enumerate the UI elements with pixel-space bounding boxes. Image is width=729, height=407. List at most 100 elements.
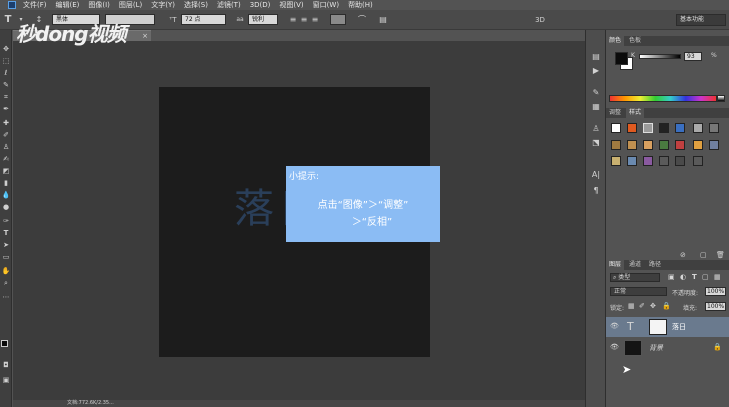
style-swatch[interactable]: [627, 140, 637, 150]
workspace-select[interactable]: 基本功能: [676, 14, 726, 26]
tool-presets-icon[interactable]: ⬔: [590, 138, 602, 148]
layer-name[interactable]: 背景: [649, 343, 663, 353]
grayscale-ramp[interactable]: [717, 95, 725, 102]
history-brush-tool-icon[interactable]: ✍: [1, 154, 11, 164]
style-swatch[interactable]: [643, 140, 653, 150]
style-swatch[interactable]: [675, 123, 685, 133]
tab-paths[interactable]: 路径: [646, 260, 664, 270]
filter-shape-icon[interactable]: ▢: [702, 273, 709, 281]
brush-tool-icon[interactable]: ✐: [1, 130, 11, 140]
style-swatch[interactable]: [611, 140, 621, 150]
hand-tool-icon[interactable]: ✋: [1, 266, 11, 276]
actions-panel-icon[interactable]: ▶: [590, 66, 602, 76]
style-swatch[interactable]: [659, 140, 669, 150]
style-swatch[interactable]: [659, 156, 669, 166]
layer-name[interactable]: 落日: [672, 322, 686, 332]
menu-3d[interactable]: 3D(D): [250, 0, 271, 10]
filter-smart-icon[interactable]: ▦: [714, 273, 721, 281]
rectangle-tool-icon[interactable]: ▭: [1, 252, 11, 262]
3d-label[interactable]: 3D: [532, 15, 548, 25]
close-tab-icon[interactable]: ×: [142, 31, 148, 41]
style-swatch[interactable]: [659, 123, 669, 133]
lock-pixels-icon[interactable]: ▦: [628, 302, 635, 310]
filter-type-icon[interactable]: T: [692, 273, 697, 281]
layer-row[interactable]: 👁 背景 🔒: [606, 338, 729, 358]
quick-mask-icon[interactable]: ◘: [1, 360, 11, 370]
paragraph-panel-icon[interactable]: ¶: [590, 186, 602, 196]
menu-type[interactable]: 文字(Y): [151, 0, 175, 10]
move-tool-icon[interactable]: ✥: [1, 44, 11, 54]
tab-adjustments[interactable]: 调整: [606, 108, 624, 118]
filter-adjust-icon[interactable]: ◐: [680, 273, 686, 281]
path-selection-tool-icon[interactable]: ➤: [1, 240, 11, 250]
warp-text-icon[interactable]: ⌒: [357, 15, 367, 25]
gradient-tool-icon[interactable]: ▮: [1, 178, 11, 188]
menu-file[interactable]: 文件(F): [23, 0, 47, 10]
edit-toolbar-icon[interactable]: ⋯: [1, 292, 11, 302]
tab-color[interactable]: 颜色: [606, 36, 625, 46]
dodge-tool-icon[interactable]: ●: [1, 202, 11, 212]
style-swatch[interactable]: [675, 140, 685, 150]
align-right-icon[interactable]: ≡: [310, 15, 320, 25]
healing-brush-tool-icon[interactable]: ✚: [1, 118, 11, 128]
menu-image[interactable]: 图像(I): [88, 0, 110, 10]
tab-styles[interactable]: 样式: [626, 108, 645, 118]
brush-panel-icon[interactable]: ✎: [590, 88, 602, 98]
fill-field[interactable]: 100%: [705, 302, 726, 311]
color-fg-swatch[interactable]: [615, 52, 628, 65]
color-spectrum-bar[interactable]: [609, 95, 717, 102]
style-swatch[interactable]: [627, 123, 637, 133]
menu-view[interactable]: 视图(V): [279, 0, 303, 10]
layer-row[interactable]: 👁 T 落日: [606, 317, 729, 337]
character-panel-icon[interactable]: ▤: [378, 15, 388, 25]
quick-select-tool-icon[interactable]: ✎: [1, 80, 11, 90]
styles-clear-icon[interactable]: ⊘: [680, 251, 686, 259]
lasso-tool-icon[interactable]: ℓ: [1, 68, 11, 78]
menu-edit[interactable]: 编辑(E): [56, 0, 80, 10]
history-panel-icon[interactable]: ▤: [590, 52, 602, 62]
blend-mode-select[interactable]: 正常: [610, 287, 667, 296]
align-center-icon[interactable]: ≡: [299, 15, 309, 25]
style-none[interactable]: [611, 123, 621, 133]
lock-position-icon[interactable]: ✥: [650, 302, 656, 310]
visibility-eye-icon[interactable]: 👁: [610, 343, 619, 351]
style-swatch[interactable]: [675, 156, 685, 166]
menu-filter[interactable]: 滤镜(T): [217, 0, 241, 10]
brush-presets-icon[interactable]: ▦: [590, 102, 602, 112]
style-swatch[interactable]: [709, 123, 719, 133]
tab-layers[interactable]: 图层: [606, 260, 625, 270]
style-swatch[interactable]: [611, 156, 621, 166]
menu-help[interactable]: 帮助(H): [348, 0, 373, 10]
pen-tool-icon[interactable]: ✑: [1, 216, 11, 226]
type-tool-icon[interactable]: T: [3, 15, 13, 25]
clone-source-icon[interactable]: ♙: [590, 124, 602, 134]
zoom-tool-icon[interactable]: ⌕: [1, 278, 11, 288]
marquee-tool-icon[interactable]: ⬚: [1, 56, 11, 66]
screen-mode-icon[interactable]: ▣: [1, 375, 11, 385]
style-swatch[interactable]: [643, 123, 653, 133]
align-left-icon[interactable]: ≡: [288, 15, 298, 25]
font-size-select[interactable]: 72 点: [181, 14, 226, 25]
style-swatch[interactable]: [709, 140, 719, 150]
opacity-field[interactable]: 100%: [705, 287, 726, 296]
foreground-color-swatch[interactable]: [1, 340, 8, 347]
menu-window[interactable]: 窗口(W): [313, 0, 339, 10]
styles-new-icon[interactable]: ▢: [700, 251, 707, 259]
menu-select[interactable]: 选择(S): [184, 0, 208, 10]
character-panel-icon[interactable]: A|: [590, 170, 602, 180]
crop-tool-icon[interactable]: ⌗: [1, 92, 11, 102]
visibility-eye-icon[interactable]: 👁: [610, 322, 619, 330]
style-swatch[interactable]: [693, 156, 703, 166]
style-swatch[interactable]: [693, 123, 703, 133]
blur-tool-icon[interactable]: 💧: [1, 190, 11, 200]
menu-layer[interactable]: 图层(L): [119, 0, 142, 10]
text-color-swatch[interactable]: [330, 14, 346, 25]
k-value-field[interactable]: 93: [684, 52, 702, 61]
style-swatch[interactable]: [643, 156, 653, 166]
tab-swatches[interactable]: 色板: [626, 36, 644, 46]
eraser-tool-icon[interactable]: ◩: [1, 166, 11, 176]
filter-pixel-icon[interactable]: ▣: [668, 273, 675, 281]
lock-all-icon[interactable]: 🔒: [662, 302, 671, 310]
tab-channels[interactable]: 通道: [626, 260, 644, 270]
eyedropper-tool-icon[interactable]: ✒: [1, 104, 11, 114]
